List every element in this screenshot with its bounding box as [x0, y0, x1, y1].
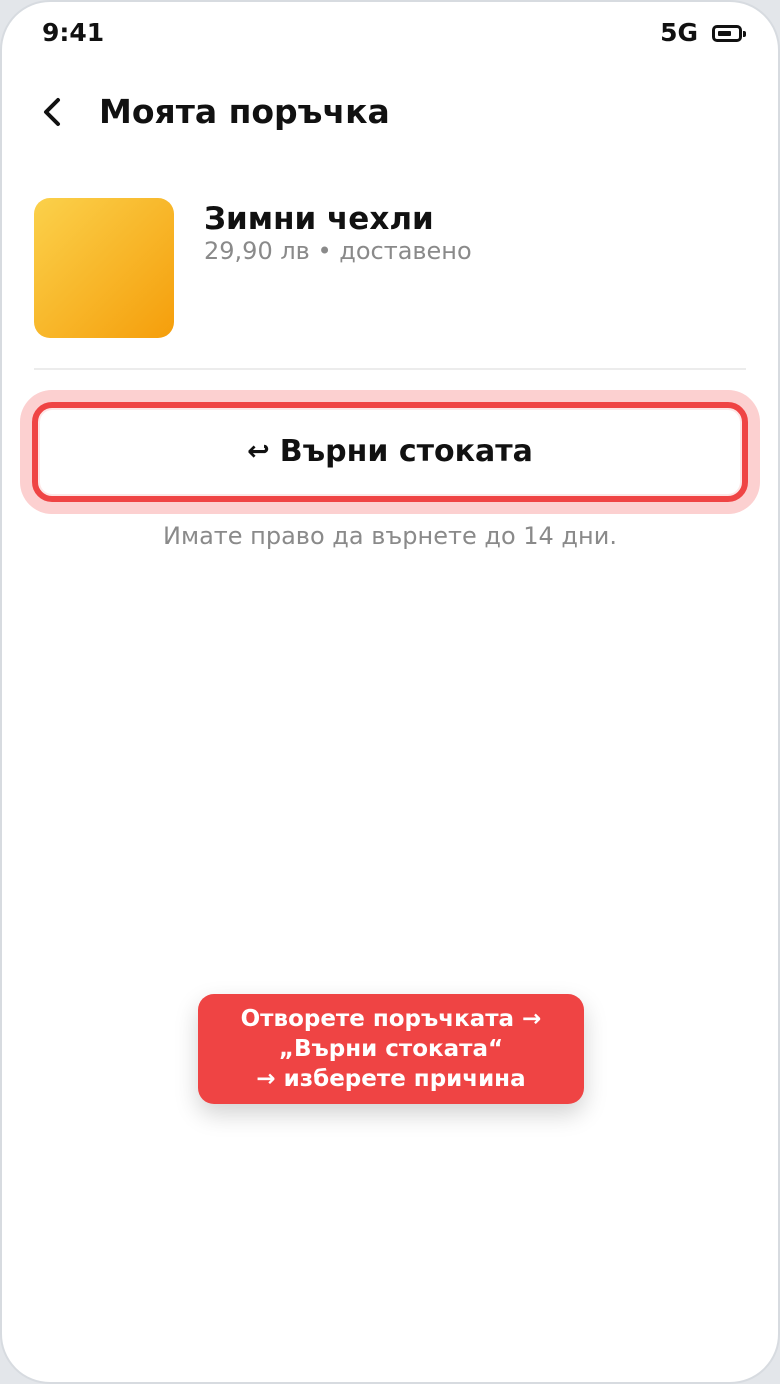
phone-screen: 9:41 5G Моята поръчка Зимни чехли 29,90 …: [0, 0, 780, 1384]
product-thumbnail: [34, 198, 174, 338]
product-card[interactable]: Зимни чехли 29,90 лв • доставено: [34, 198, 746, 340]
status-bar: 9:41 5G: [2, 2, 778, 64]
status-time: 9:41: [42, 18, 105, 47]
return-item-button[interactable]: ↩ Върни стоката: [32, 402, 748, 502]
instruction-tooltip: Отворете поръчката → „Върни стоката“ → и…: [198, 994, 584, 1104]
page-title: Моята поръчка: [99, 92, 390, 131]
tooltip-line: Отворете поръчката →: [240, 1006, 542, 1032]
return-policy-note: Имате право да върнете до 14 дни.: [163, 522, 617, 550]
header: Моята поръчка: [2, 82, 778, 142]
tooltip-line: „Върни стоката“: [278, 1036, 504, 1062]
status-indicators: 5G: [660, 18, 746, 48]
return-item-label: Върни стоката: [279, 434, 533, 469]
network-label: 5G: [660, 18, 698, 47]
chevron-left-icon: [44, 98, 60, 126]
divider: [34, 368, 746, 370]
back-button[interactable]: [34, 88, 78, 136]
product-meta: 29,90 лв • доставено: [204, 237, 472, 265]
tooltip-line: → изберете причина: [256, 1066, 526, 1092]
battery-icon: [712, 24, 746, 42]
return-arrow-icon: ↩: [247, 436, 270, 467]
product-name: Зимни чехли: [204, 201, 434, 237]
